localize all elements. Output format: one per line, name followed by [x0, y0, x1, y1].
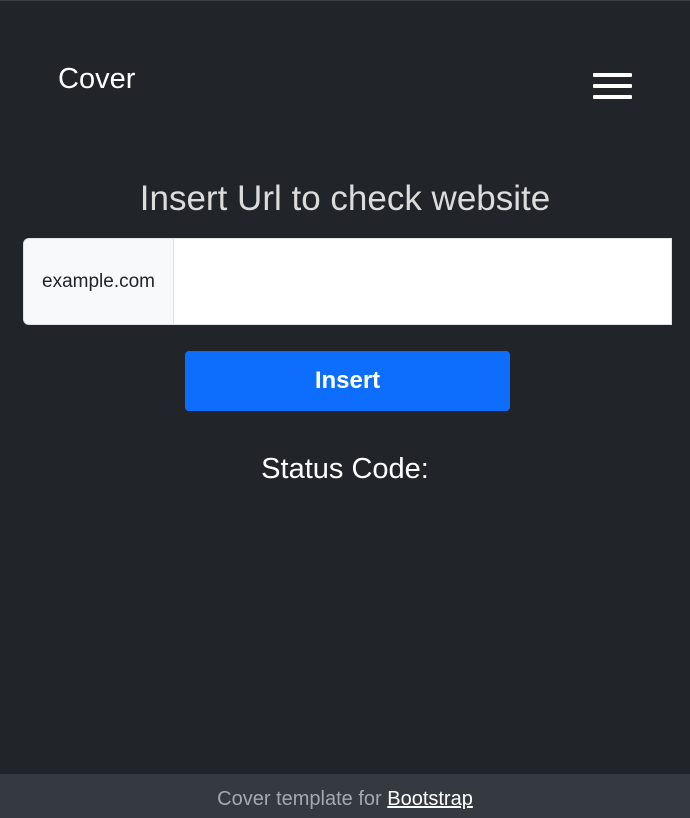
page-heading: Insert Url to check website	[139, 179, 551, 218]
footer-bootstrap-link[interactable]: Bootstrap	[387, 788, 473, 810]
status-code-label: Status Code:	[261, 453, 429, 485]
menu-bar-middle	[593, 84, 632, 88]
footer: Cover template for Bootstrap	[0, 774, 690, 818]
page: Cover Insert Url to check website exampl…	[0, 0, 690, 818]
footer-text: Cover template for	[217, 788, 388, 810]
brand-title: Cover	[58, 63, 136, 95]
menu-bar-top	[593, 73, 632, 77]
insert-button[interactable]: Insert	[185, 351, 510, 411]
menu-bar-bottom	[593, 95, 632, 99]
hamburger-menu-icon[interactable]	[586, 67, 638, 107]
url-input[interactable]	[173, 238, 672, 325]
url-addon-label: example.com	[23, 238, 173, 325]
url-input-group: example.com	[23, 238, 672, 325]
